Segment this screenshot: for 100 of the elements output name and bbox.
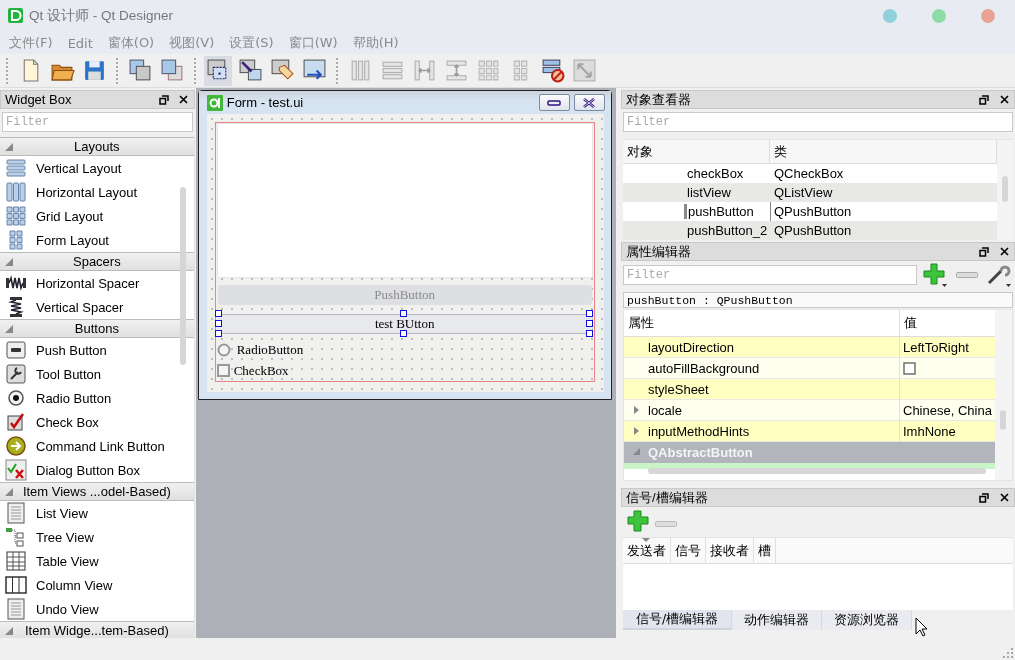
filter-field[interactable]: Filter (623, 112, 1013, 133)
minimize-button[interactable] (538, 94, 570, 112)
widget-item[interactable]: Table View (0, 549, 194, 574)
property-name: autoFillBackground (624, 358, 900, 380)
dock-title: 属性编辑器 (626, 242, 691, 261)
widget-item[interactable]: Undo View (0, 597, 194, 622)
size-grip-icon (1002, 647, 1013, 658)
table-cell: QPushButton (774, 204, 852, 220)
toolbar-button[interactable] (204, 55, 232, 86)
category-header[interactable]: Item Widge...tem-Based) (0, 621, 194, 639)
tool-button-icon (5, 363, 27, 386)
minus-icon (655, 520, 677, 527)
widget-item[interactable]: Check Box (0, 410, 194, 435)
widget-item[interactable]: Tool Button (0, 362, 194, 387)
overlapping-squares-icon (127, 58, 153, 84)
widget-item[interactable]: Form Layout (0, 228, 194, 253)
widget-item[interactable]: Command Link Button (0, 434, 194, 459)
property-name: layoutDirection (624, 337, 900, 359)
table-cell: QPushButton (774, 223, 852, 239)
column-header[interactable]: 对象 (623, 140, 770, 165)
column-header[interactable]: 信号 (671, 538, 706, 564)
table-cell: QListView (774, 185, 833, 201)
push-button[interactable]: test BUtton (217, 314, 592, 335)
widget-item[interactable]: List View (0, 501, 194, 526)
close-button[interactable] (573, 94, 605, 112)
close-button[interactable] (998, 93, 1010, 106)
resize-handle[interactable] (400, 310, 408, 318)
restore-icon (979, 492, 989, 503)
checkbox[interactable] (903, 361, 916, 375)
app-logo-icon (8, 8, 23, 24)
property-name: styleSheet (624, 379, 900, 401)
widget-item[interactable]: Dialog Button Box (0, 458, 194, 483)
checkbox[interactable] (216, 364, 230, 378)
widget-item[interactable]: Horizontal Layout (0, 180, 194, 205)
category-header[interactable]: Layouts (0, 137, 194, 157)
collapsed-arrow-icon[interactable] (633, 426, 641, 435)
add-button[interactable] (921, 262, 949, 289)
close-icon (179, 95, 189, 105)
scrollbar-thumb[interactable] (180, 187, 186, 366)
add-button[interactable] (627, 509, 649, 535)
property-name: inputMethodHints (648, 422, 751, 441)
column-header[interactable]: 类 (770, 140, 997, 165)
category-header[interactable]: Buttons (0, 319, 194, 339)
resize-handle[interactable] (400, 330, 408, 338)
expanded-arrow-icon (5, 627, 13, 636)
signal-arrow-icon (237, 58, 263, 84)
float-button[interactable] (978, 491, 990, 504)
category-header[interactable]: Item Views ...odel-Based) (0, 482, 194, 502)
tab[interactable]: 资源浏览器 (822, 610, 913, 631)
expanded-arrow-icon (5, 143, 13, 152)
widget-item[interactable]: Vertical Spacer (0, 295, 194, 320)
plus-icon (627, 509, 649, 532)
widget-item[interactable]: Radio Button (0, 386, 194, 411)
filter-field[interactable]: Filter (623, 265, 917, 286)
tree-item[interactable]: checkBox (687, 166, 744, 182)
close-icon (582, 97, 597, 108)
expanded-arrow-icon (5, 488, 13, 497)
tab[interactable]: 动作编辑器 (732, 610, 823, 631)
float-button[interactable] (157, 93, 170, 106)
close-button[interactable] (177, 93, 190, 106)
float-button[interactable] (978, 245, 990, 258)
column-header[interactable]: 接收者 (706, 538, 754, 564)
object-label: pushButton : QPushButton (623, 292, 1013, 309)
window-title: Qt 设计师 - Qt Designer (29, 6, 174, 25)
float-button[interactable] (978, 93, 990, 106)
scrollbar-thumb[interactable] (1002, 176, 1008, 203)
radio-button[interactable] (216, 342, 231, 357)
filter-field[interactable]: Filter (2, 112, 193, 133)
dock-title: 信号/槽编辑器 (626, 488, 708, 507)
close-icon (999, 95, 1009, 105)
widget-item[interactable]: Push Button (0, 338, 194, 363)
check-cross-icon (5, 459, 27, 482)
scrollbar-thumb[interactable] (648, 468, 986, 475)
widget-item[interactable]: Tree View (0, 525, 194, 550)
minus-icon (956, 272, 978, 279)
widget-item[interactable]: Vertical Layout (0, 156, 194, 181)
mouse-cursor-icon (915, 617, 928, 638)
widget-item[interactable]: Grid Layout (0, 204, 194, 229)
widget-item[interactable]: Horizontal Spacer (0, 271, 194, 296)
close-button[interactable] (998, 491, 1010, 504)
arrow-circle-icon (5, 435, 27, 458)
column-header[interactable]: 发送者 (623, 538, 671, 564)
close-icon (999, 493, 1009, 503)
expanded-arrow-icon (5, 258, 13, 267)
expanded-arrow-icon (633, 448, 641, 457)
scrollbar-thumb[interactable] (1000, 410, 1006, 431)
column-header[interactable]: 槽 (754, 538, 776, 564)
vertical-splitter-icon (443, 58, 469, 84)
table-icon (5, 550, 27, 573)
vertical-layout-icon (5, 157, 27, 180)
list-icon (5, 502, 27, 525)
property-value: ImhNone (900, 421, 998, 443)
tab[interactable]: 信号/槽编辑器 (623, 610, 733, 631)
widget-item[interactable]: Column View (0, 573, 194, 598)
collapsed-arrow-icon[interactable] (633, 405, 641, 414)
category-header[interactable]: Spacers (0, 252, 194, 272)
sort-indicator-icon (642, 538, 650, 543)
close-button[interactable] (998, 245, 1010, 258)
restore-icon (158, 94, 169, 105)
app-logo-icon (206, 94, 223, 111)
